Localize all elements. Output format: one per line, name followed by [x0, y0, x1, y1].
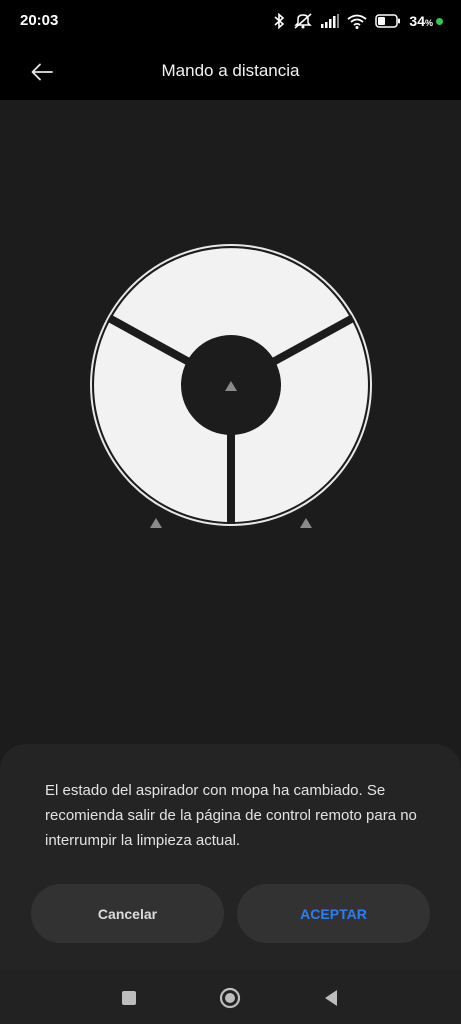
system-nav-bar: [0, 970, 461, 1024]
recents-square-icon: [122, 991, 136, 1005]
dialog-message: El estado del aspirador con mopa ha camb…: [45, 782, 417, 849]
bluetooth-icon: [274, 13, 285, 29]
nav-back-button[interactable]: [317, 984, 345, 1012]
signal-icon: [321, 14, 340, 28]
status-bar: 20:03 34%: [0, 0, 461, 44]
accept-button[interactable]: ACEPTAR: [237, 884, 430, 943]
rotate-left-arrow-icon: [150, 518, 162, 528]
status-time: 20:03: [20, 12, 59, 29]
mute-icon: [294, 13, 313, 29]
remote-control-wheel: [90, 244, 372, 528]
wifi-icon: [347, 14, 367, 29]
back-triangle-icon: [325, 990, 337, 1006]
cancel-button[interactable]: Cancelar: [31, 884, 224, 943]
page-title: Mando a distancia: [161, 61, 300, 80]
home-circle-icon: [219, 987, 241, 1009]
remote-control: [88, 242, 374, 528]
state-changed-dialog: El estado del aspirador con mopa ha camb…: [0, 744, 461, 970]
recents-button[interactable]: [115, 984, 143, 1012]
home-button[interactable]: [216, 984, 244, 1012]
charging-dot-icon: [436, 17, 443, 25]
battery-icon: [375, 14, 401, 28]
app-bar: Mando a distancia: [0, 44, 461, 100]
status-icons: 34%: [273, 11, 443, 31]
rotate-right-arrow-icon: [300, 518, 312, 528]
battery-percent: 34%: [409, 13, 433, 29]
